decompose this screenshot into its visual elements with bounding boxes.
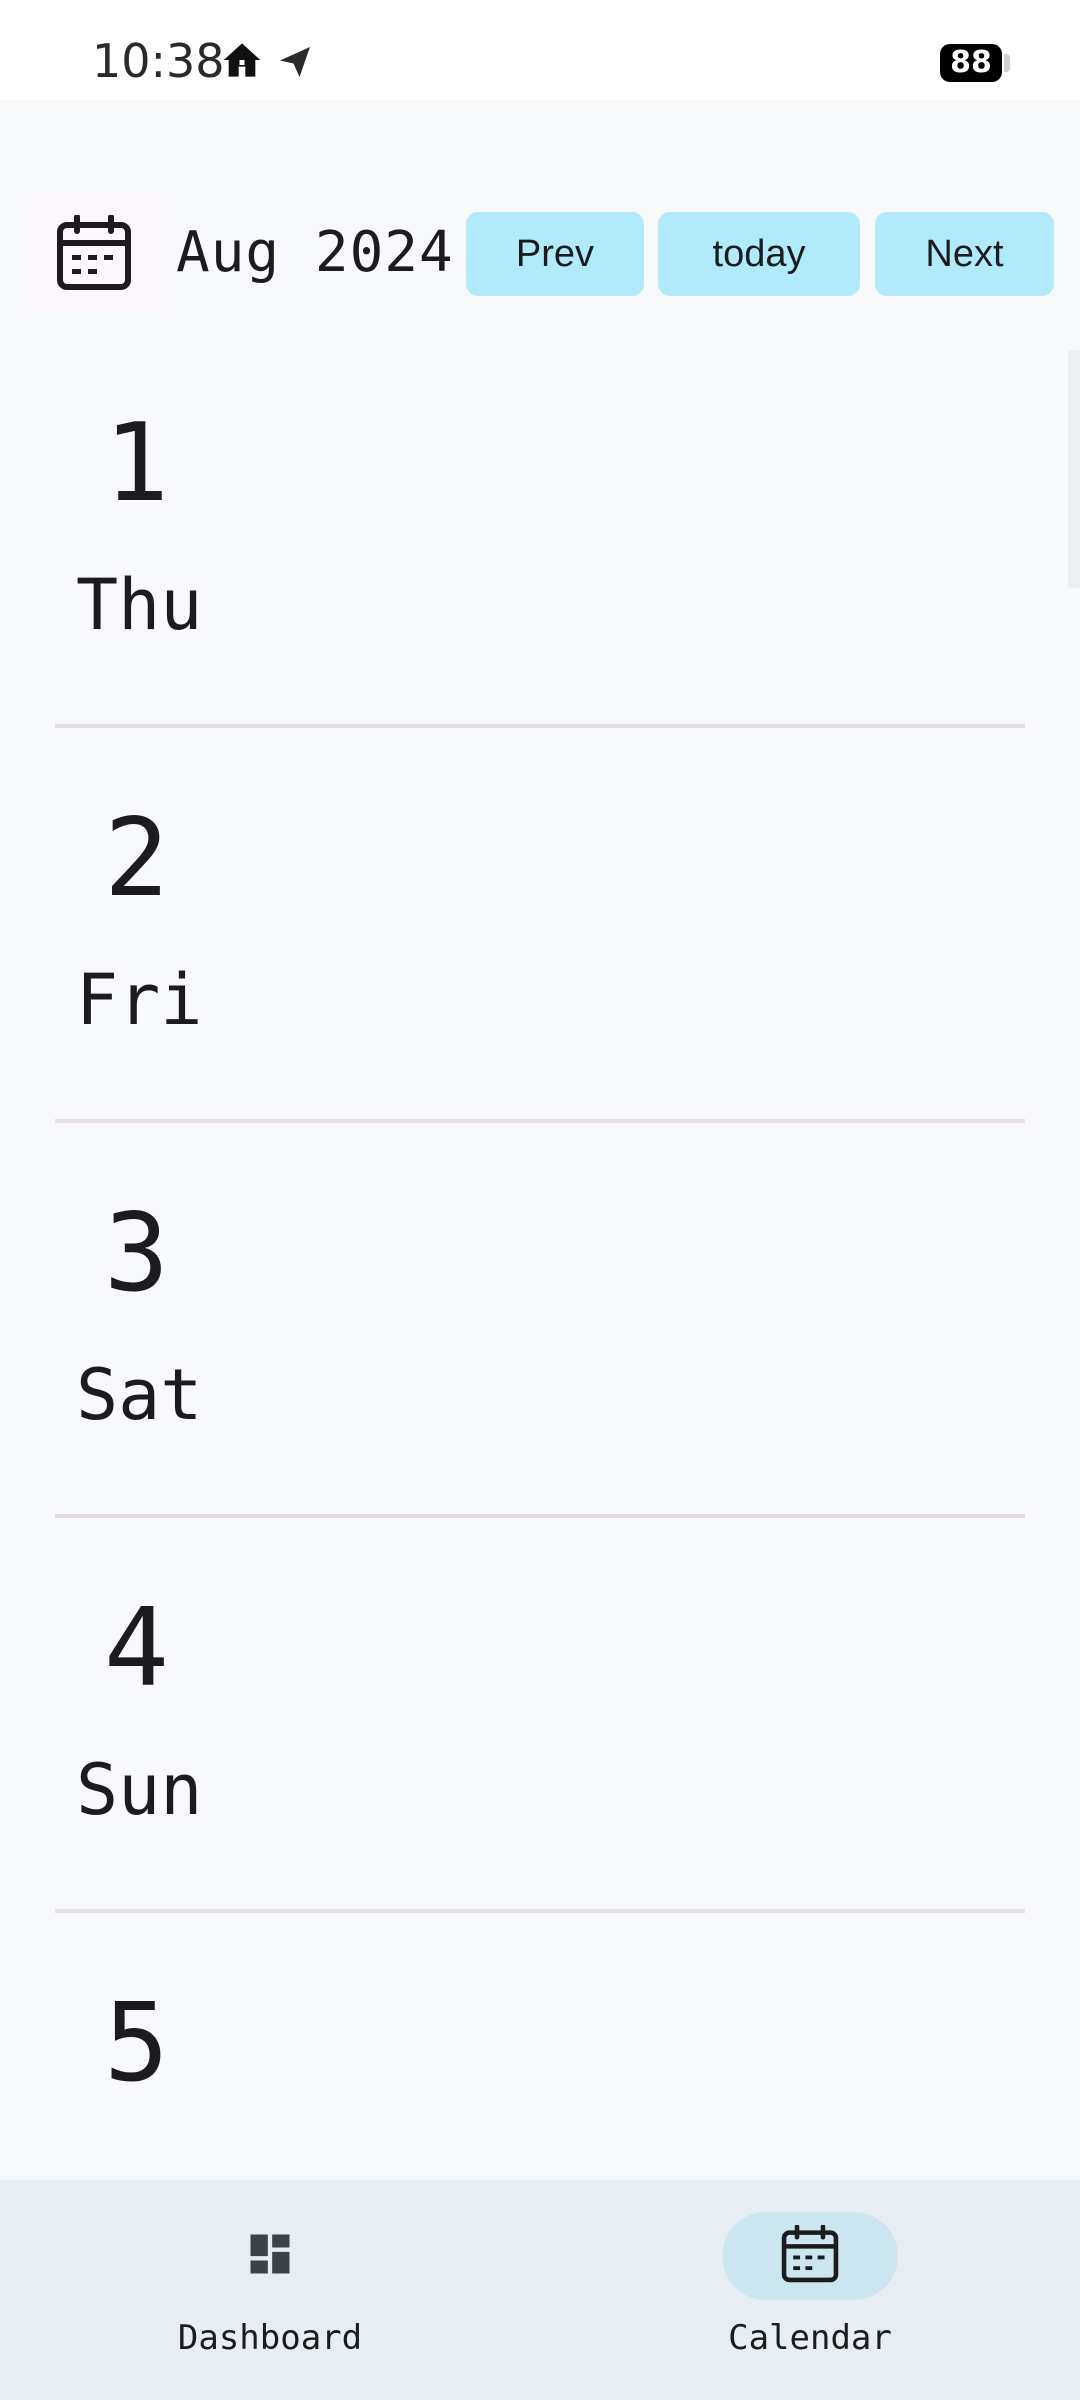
bottom-nav: Dashboard Calendar [0,2180,1080,2400]
divider [55,1514,1025,1518]
divider [55,1119,1025,1123]
nav-label-dashboard: Dashboard [177,2318,363,2358]
day-number: 1 [104,401,170,526]
status-bar: 10:38 88 [0,0,1080,100]
day-number: 2 [104,796,170,921]
next-button[interactable]: Next [875,212,1054,296]
scrollbar[interactable] [1068,350,1080,588]
day-number: 4 [104,1586,170,1711]
month-label: Aug 2024 [176,220,454,285]
calendar-icon [780,2224,840,2287]
home-icon [222,40,262,80]
day-number: 5 [104,1981,170,2106]
divider [55,1909,1025,1913]
today-button[interactable]: today [658,212,860,296]
calendar-icon-button[interactable] [24,196,164,314]
divider [55,724,1025,728]
day-name: Sun [76,1749,203,1831]
nav-item-dashboard[interactable]: Dashboard [120,2180,420,2400]
nav-pill-calendar [722,2212,898,2300]
battery-tip [1004,54,1010,72]
day-name: Fri [76,959,203,1041]
prev-button[interactable]: Prev [466,212,644,296]
day-item[interactable]: 3 Sat [0,1140,1080,1535]
dashboard-icon [244,2228,296,2284]
nav-item-calendar[interactable]: Calendar [660,2180,960,2400]
nav-pill-dashboard [182,2212,358,2300]
day-name: Thu [76,564,203,646]
day-item[interactable]: 2 Fri [0,745,1080,1140]
day-item[interactable]: 1 Thu [0,350,1080,745]
day-list[interactable]: 1 Thu 2 Fri 3 Sat 4 Sun 5 [0,350,1080,2180]
status-time: 10:38 [92,34,225,88]
day-item[interactable]: 4 Sun [0,1535,1080,1930]
calendar-header: Aug 2024 Prev today Next [0,190,1080,320]
send-icon [276,44,314,80]
battery-indicator: 88 [940,44,1002,82]
day-item[interactable]: 5 [0,1930,1080,2180]
day-name: Sat [76,1354,203,1436]
day-number: 3 [104,1191,170,1316]
calendar-icon [55,214,133,295]
nav-label-calendar: Calendar [728,2318,892,2358]
